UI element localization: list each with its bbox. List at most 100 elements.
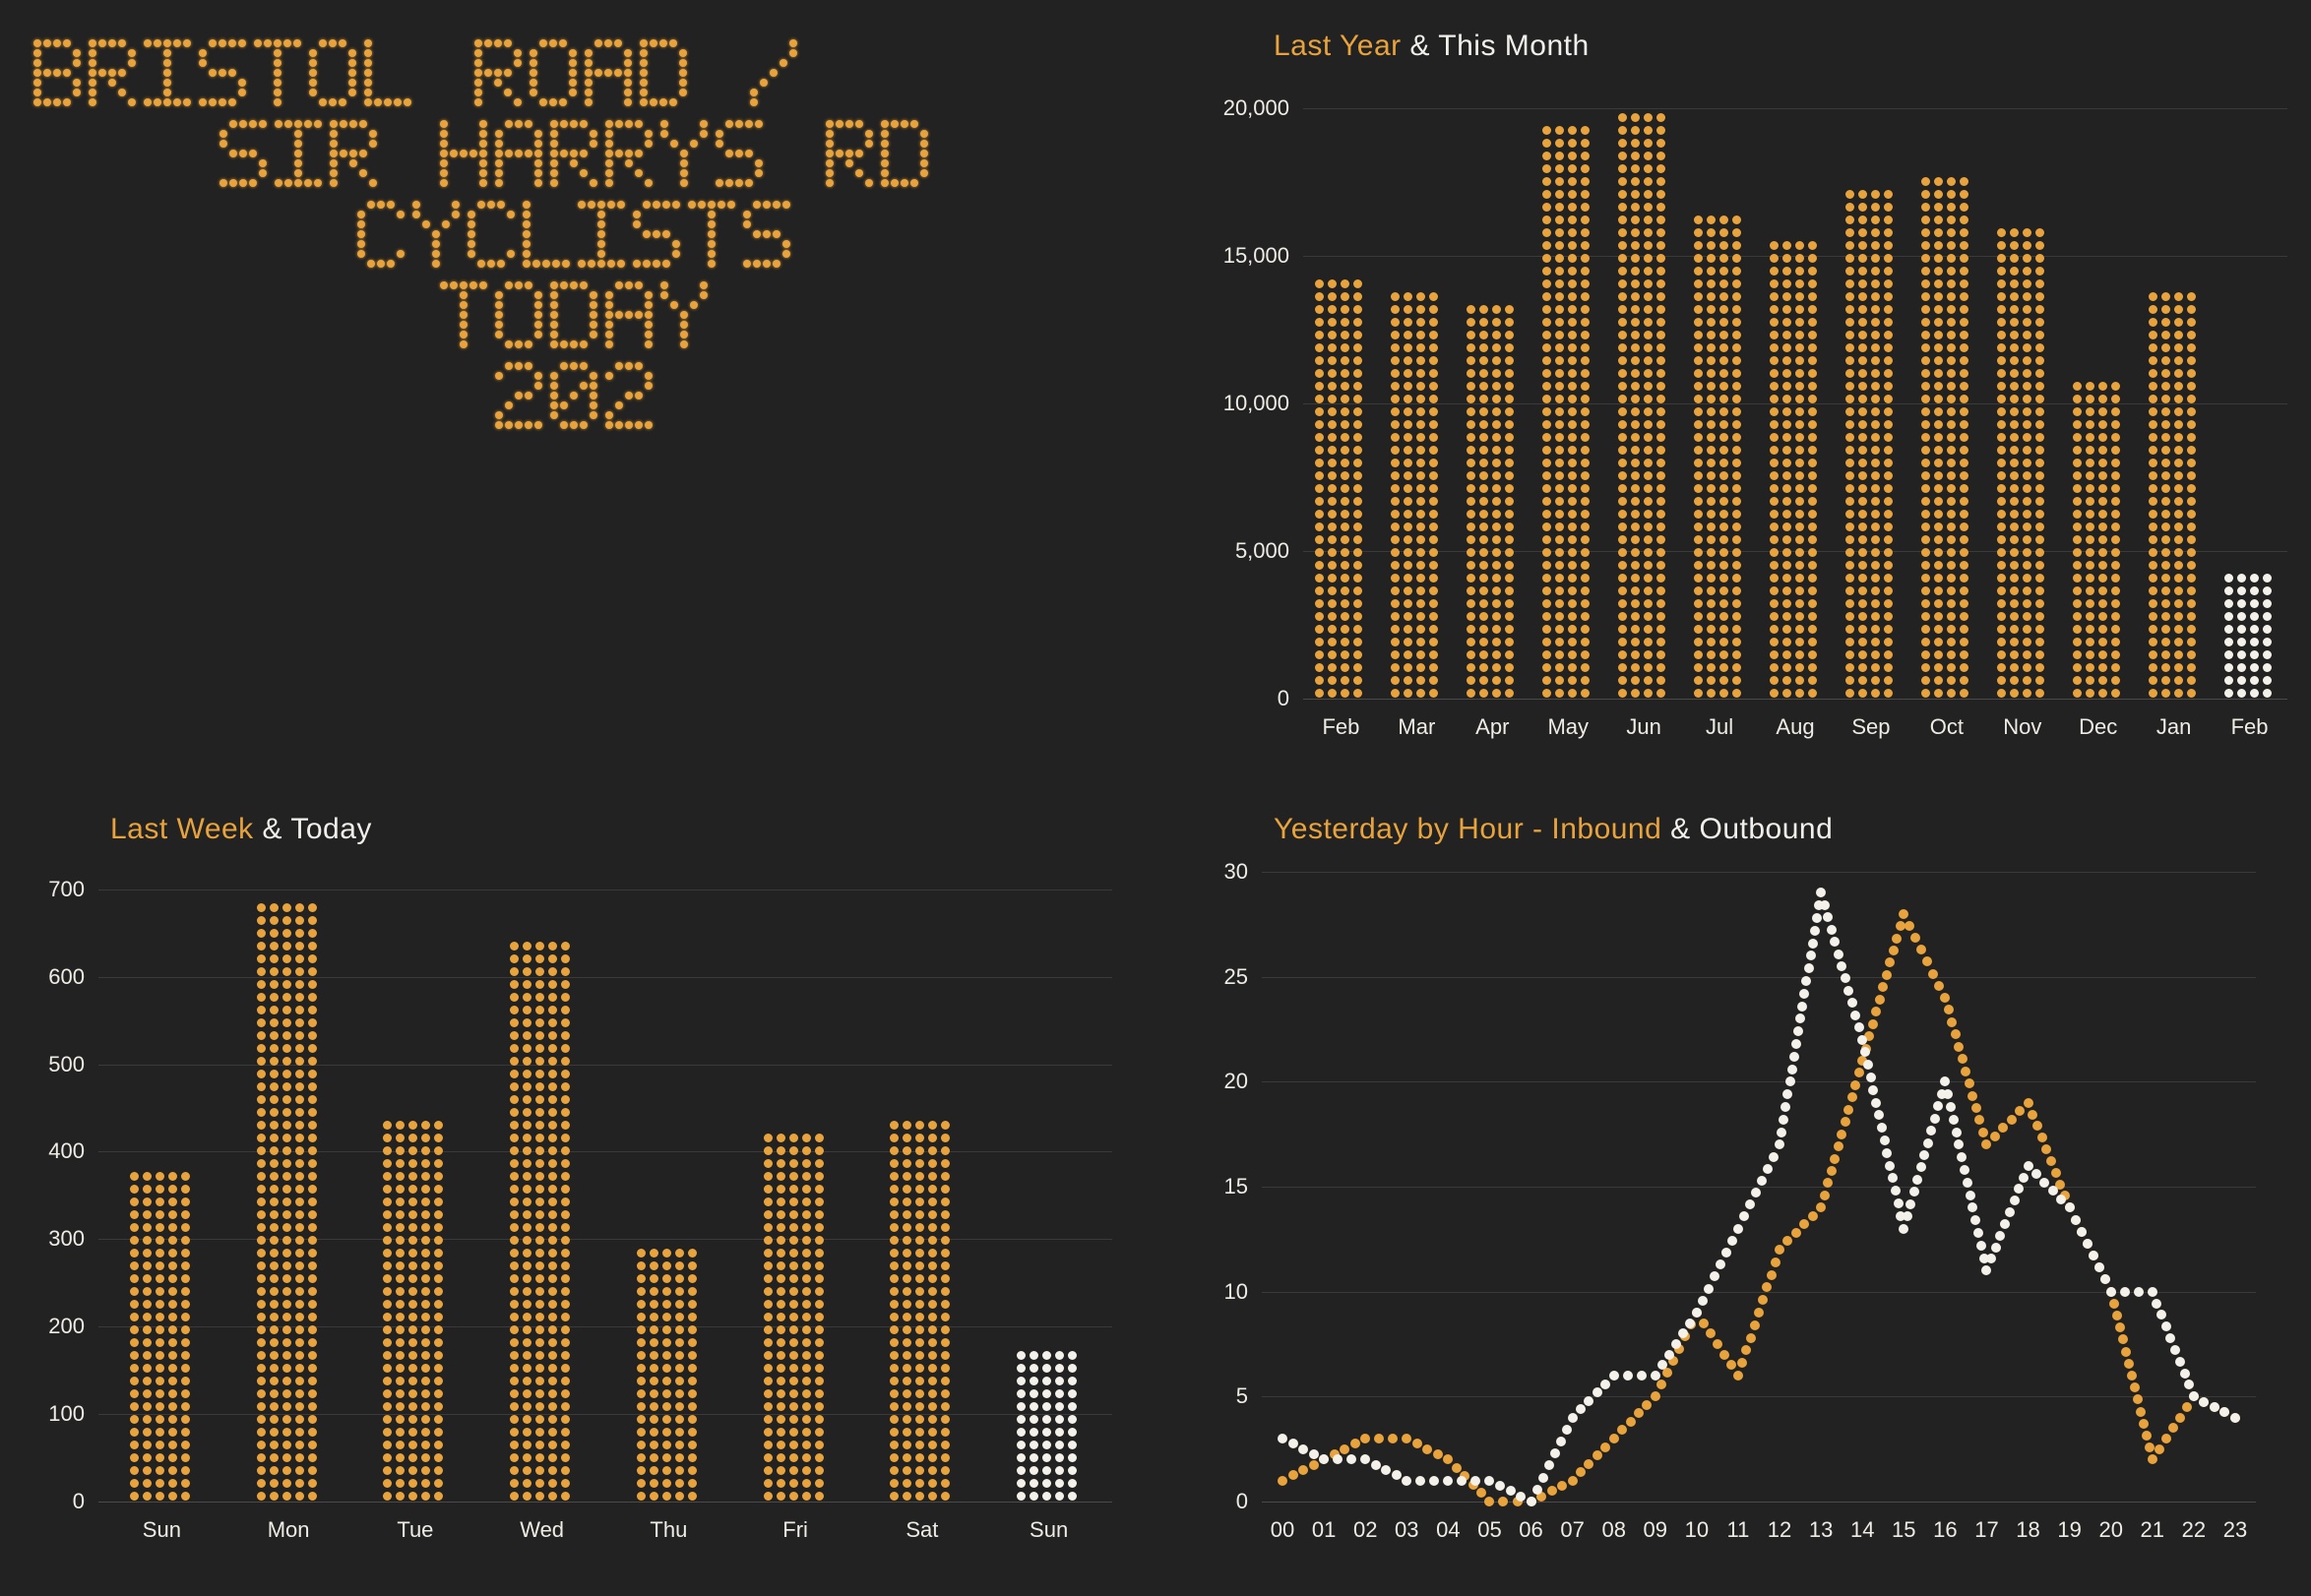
gridline	[1303, 108, 2287, 109]
series-dot-inbound	[1846, 1092, 1857, 1103]
bar-aug-6[interactable]	[1770, 231, 1821, 700]
led-char	[440, 281, 491, 356]
series-dot-outbound	[1846, 998, 1857, 1009]
series-dot-inbound	[1633, 1408, 1644, 1419]
series-dot-outbound	[1584, 1395, 1594, 1406]
series-dot-outbound	[1885, 1160, 1896, 1171]
series-dot-outbound	[1912, 1174, 1923, 1185]
series-dot-outbound	[2030, 1169, 2041, 1180]
series-dot-outbound	[1882, 1147, 1893, 1158]
bar-thu-4[interactable]	[634, 1238, 703, 1502]
led-char	[605, 120, 656, 195]
series-dot-inbound	[1837, 1129, 1847, 1139]
x-axis-tick: Sat	[906, 1517, 939, 1542]
bar-may-3[interactable]	[1542, 119, 1593, 700]
series-dot-outbound	[1697, 1295, 1708, 1306]
y-axis-tick: 20	[1223, 1069, 1248, 1094]
series-dot-inbound	[2006, 1114, 2017, 1125]
bar-fri-5[interactable]	[761, 1126, 830, 1502]
y-axis-tick: 15,000	[1222, 243, 1289, 268]
series-dot-outbound	[2229, 1412, 2240, 1423]
series-dot-inbound	[1476, 1488, 1487, 1499]
bar-tue-2[interactable]	[381, 1106, 450, 1502]
led-char	[440, 120, 491, 195]
series-dot-outbound	[1868, 1084, 1879, 1095]
series-dot-outbound	[1777, 1127, 1787, 1137]
led-char	[881, 120, 932, 195]
x-axis-tick: 15	[1892, 1517, 1916, 1542]
bar-mon-1[interactable]	[254, 898, 323, 1502]
bar-feb-0[interactable]	[1315, 265, 1366, 699]
weekly-title-accent: Last Week	[110, 813, 254, 845]
x-axis-tick: May	[1547, 714, 1589, 739]
series-dot-inbound	[2135, 1406, 2146, 1417]
series-dot-outbound	[1816, 888, 1827, 898]
series-dot-inbound	[1498, 1497, 1509, 1506]
series-dot-inbound	[1874, 994, 1885, 1005]
series-dot-inbound	[1967, 1090, 1978, 1101]
series-dot-outbound	[2174, 1356, 2185, 1367]
series-dot-inbound	[1655, 1380, 1666, 1390]
hourly-chart-panel: Yesterday by Hour - Inbound & Outbound 0…	[1156, 777, 2311, 1596]
bar-wed-3[interactable]	[508, 931, 577, 1502]
x-axis-tick: 11	[1726, 1517, 1750, 1542]
series-dot-outbound	[1799, 988, 1810, 999]
weekly-chart-panel: Last Week & Today 0 100 200 300 400 500 600 700…	[0, 777, 1156, 1596]
series-dot-outbound	[2133, 1286, 2144, 1297]
bar-dec-10[interactable]	[2072, 368, 2124, 699]
series-dot-outbound	[1990, 1242, 2001, 1253]
bar-sat-6[interactable]	[888, 1117, 957, 1502]
bar-jul-5[interactable]	[1694, 208, 1745, 700]
bar-apr-2[interactable]	[1467, 299, 1518, 700]
series-dot-inbound	[1940, 993, 1951, 1003]
gridline	[1262, 872, 2256, 873]
bar-feb-12[interactable]	[2223, 566, 2276, 699]
series-dot-outbound	[1792, 1026, 1803, 1037]
series-dot-outbound	[1744, 1199, 1755, 1210]
series-dot-inbound	[1819, 1190, 1830, 1200]
series-dot-outbound	[1732, 1223, 1743, 1234]
series-dot-inbound	[1899, 908, 1909, 919]
series-dot-outbound	[1494, 1481, 1505, 1491]
bar-jun-4[interactable]	[1618, 107, 1669, 700]
led-line-3	[0, 281, 1156, 356]
series-dot-outbound	[1709, 1271, 1719, 1282]
y-axis-tick: 600	[48, 963, 85, 989]
led-char	[771, 120, 822, 195]
led-char	[468, 201, 519, 276]
series-dot-outbound	[1805, 951, 1816, 961]
x-axis-tick: 21	[2140, 1517, 2165, 1542]
bar-sun-7[interactable]	[1015, 1335, 1084, 1502]
bar-mar-1[interactable]	[1391, 288, 1442, 699]
series-dot-inbound	[2108, 1298, 2119, 1309]
axis-baseline	[98, 1502, 1112, 1503]
series-dot-inbound	[1881, 969, 1892, 980]
series-dot-outbound	[2152, 1298, 2162, 1309]
bar-jan-11[interactable]	[2148, 288, 2200, 699]
series-dot-outbound	[2014, 1184, 2025, 1195]
bar-sep-7[interactable]	[1844, 179, 1897, 699]
series-dot-outbound	[2209, 1402, 2219, 1412]
bar-oct-8[interactable]	[1920, 172, 1972, 700]
series-dot-outbound	[2219, 1407, 2230, 1418]
bar-sun-0[interactable]	[127, 1159, 196, 1502]
series-dot-outbound	[1871, 1097, 1882, 1108]
y-axis-tick: 10,000	[1222, 391, 1289, 415]
x-axis-tick: Apr	[1475, 714, 1510, 739]
series-dot-outbound	[1750, 1188, 1761, 1198]
series-dot-outbound	[1592, 1387, 1602, 1398]
series-dot-inbound	[1298, 1465, 1309, 1475]
series-dot-outbound	[1888, 1173, 1899, 1184]
series-dot-outbound	[1807, 938, 1818, 949]
series-dot-outbound	[1797, 1001, 1808, 1012]
bar-nov-9[interactable]	[1996, 219, 2048, 700]
series-dot-inbound	[1388, 1434, 1399, 1443]
series-dot-inbound	[1608, 1434, 1619, 1443]
series-dot-outbound	[1622, 1371, 1633, 1381]
series-dot-outbound	[1391, 1470, 1402, 1481]
x-axis-tick: Sun	[142, 1517, 181, 1542]
series-dot-inbound	[2117, 1334, 2128, 1345]
series-dot-inbound	[2141, 1430, 2152, 1441]
x-axis-tick: Mon	[267, 1517, 310, 1542]
x-axis-tick: 13	[1808, 1517, 1834, 1542]
